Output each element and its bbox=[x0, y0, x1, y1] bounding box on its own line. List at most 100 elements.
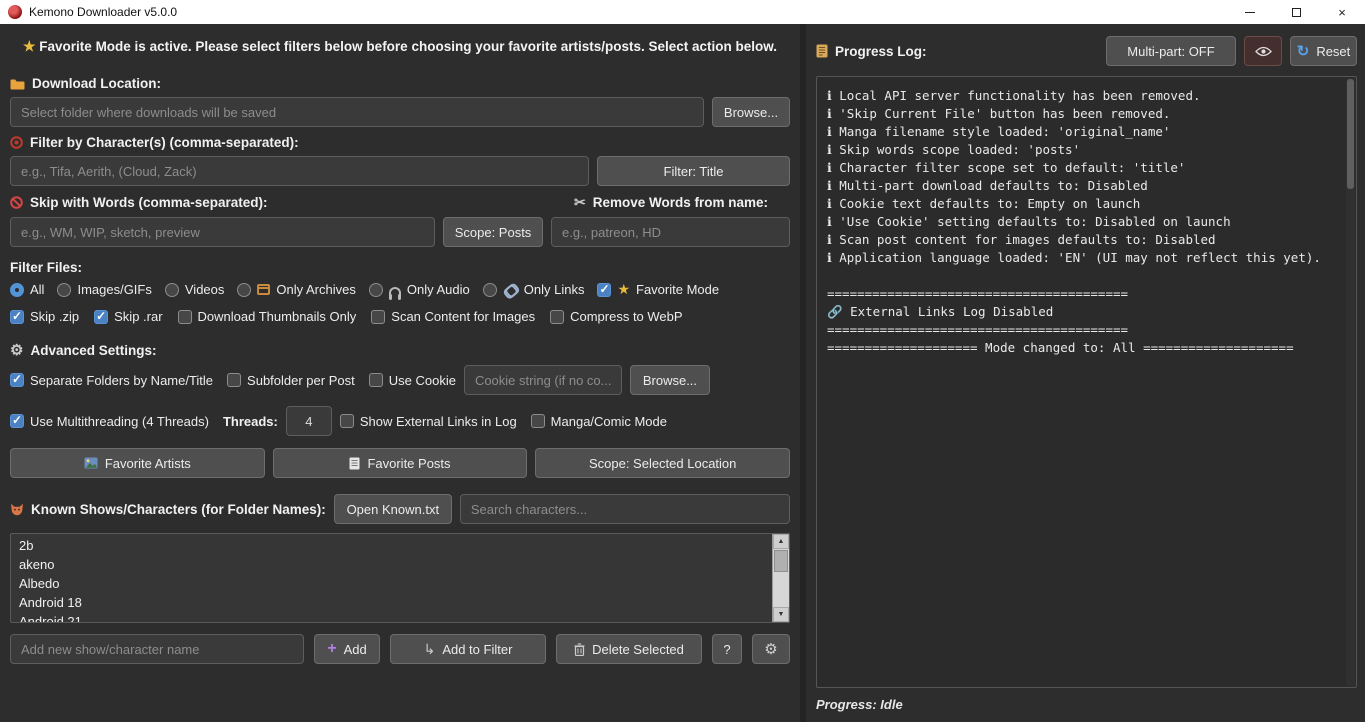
log-visibility-button[interactable] bbox=[1244, 36, 1282, 66]
checkbox-use-cookie[interactable]: Use Cookie bbox=[369, 373, 456, 388]
threads-input[interactable] bbox=[286, 406, 332, 436]
radio-all[interactable]: All bbox=[10, 282, 44, 297]
skip-words-input[interactable] bbox=[10, 217, 435, 247]
checkbox-indicator[interactable] bbox=[227, 373, 241, 387]
left-panel: ★ Favorite Mode is active. Please select… bbox=[0, 24, 800, 722]
list-scrollbar[interactable]: ▲ ▼ bbox=[772, 534, 789, 622]
option-label: Skip .zip bbox=[30, 309, 79, 324]
checkbox-indicator[interactable] bbox=[531, 414, 545, 428]
known-characters-header: Known Shows/Characters (for Folder Names… bbox=[10, 494, 790, 524]
scrollbar-up-button[interactable]: ▲ bbox=[773, 534, 789, 549]
radio-only-audio[interactable]: Only Audio bbox=[369, 282, 470, 297]
scrollbar-track[interactable] bbox=[773, 573, 789, 607]
list-item[interactable]: 2b bbox=[11, 536, 769, 555]
list-item[interactable]: Albedo bbox=[11, 574, 769, 593]
checkbox-use-multithreading[interactable]: Use Multithreading (4 Threads) bbox=[10, 414, 209, 429]
checkbox-indicator[interactable] bbox=[178, 310, 192, 324]
checkbox-manga-comic-mode[interactable]: Manga/Comic Mode bbox=[531, 414, 667, 429]
delete-selected-button[interactable]: Delete Selected bbox=[556, 634, 702, 664]
checkbox-indicator[interactable] bbox=[94, 310, 108, 324]
list-item[interactable]: Android 21 bbox=[11, 612, 769, 623]
log-scrollbar[interactable] bbox=[1346, 78, 1355, 686]
checkbox-skip-zip[interactable]: Skip .zip bbox=[10, 309, 79, 324]
option-label: Videos bbox=[185, 282, 225, 297]
list-item[interactable]: akeno bbox=[11, 555, 769, 574]
skip-scope-button[interactable]: Scope: Posts bbox=[443, 217, 543, 247]
radio-indicator[interactable] bbox=[57, 283, 71, 297]
cookie-string-input[interactable] bbox=[464, 365, 622, 395]
archive-icon bbox=[257, 284, 270, 295]
maximize-button[interactable] bbox=[1273, 0, 1319, 24]
option-label: Compress to WebP bbox=[570, 309, 682, 324]
radio-only-archives[interactable]: Only Archives bbox=[237, 282, 355, 297]
titlebar: Kemono Downloader v5.0.0 × bbox=[0, 0, 1365, 24]
radio-indicator[interactable] bbox=[483, 283, 497, 297]
radio-videos[interactable]: Videos bbox=[165, 282, 225, 297]
remove-words-label-text: Remove Words from name: bbox=[593, 195, 768, 210]
download-location-input[interactable] bbox=[10, 97, 704, 127]
multipart-toggle-button[interactable]: Multi-part: OFF bbox=[1106, 36, 1236, 66]
radio-indicator[interactable] bbox=[237, 283, 251, 297]
known-characters-list[interactable]: ▲ ▼ 2bakenoAlbedoAndroid 18Android 21 bbox=[10, 533, 790, 623]
checkbox-separate-folders-by-name-title[interactable]: Separate Folders by Name/Title bbox=[10, 373, 213, 388]
scrollbar-down-button[interactable]: ▼ bbox=[773, 607, 789, 622]
add-character-input[interactable] bbox=[10, 634, 304, 664]
download-location-label-text: Download Location: bbox=[32, 76, 161, 91]
log-scrollbar-thumb[interactable] bbox=[1347, 79, 1354, 189]
fox-icon bbox=[10, 503, 24, 516]
character-filter-label: Filter by Character(s) (comma-separated)… bbox=[10, 135, 790, 150]
help-button[interactable]: ? bbox=[712, 634, 742, 664]
checkbox-indicator[interactable] bbox=[597, 283, 611, 297]
scrollbar-thumb[interactable] bbox=[774, 550, 788, 572]
checkbox-indicator[interactable] bbox=[371, 310, 385, 324]
radio-indicator[interactable] bbox=[165, 283, 179, 297]
checkbox-indicator[interactable] bbox=[550, 310, 564, 324]
radio-only-links[interactable]: Only Links bbox=[483, 282, 585, 297]
radio-images-gifs[interactable]: Images/GIFs bbox=[57, 282, 151, 297]
checkbox-show-external-links-in-log[interactable]: Show External Links in Log bbox=[340, 414, 517, 429]
close-button[interactable]: × bbox=[1319, 0, 1365, 24]
log-line: ======================================== bbox=[827, 321, 1340, 339]
list-item[interactable]: Android 18 bbox=[11, 593, 769, 612]
favorite-posts-button[interactable]: Favorite Posts bbox=[273, 448, 528, 478]
log-line: ℹ Scan post content for images defaults … bbox=[827, 231, 1340, 249]
character-filter-input[interactable] bbox=[10, 156, 589, 186]
checkbox-indicator[interactable] bbox=[369, 373, 383, 387]
radio-indicator[interactable] bbox=[369, 283, 383, 297]
log-line: ℹ Manga filename style loaded: 'original… bbox=[827, 123, 1340, 141]
gear-icon: ⚙ bbox=[10, 341, 23, 359]
checkbox-indicator[interactable] bbox=[10, 310, 24, 324]
reset-button[interactable]: ↻ Reset bbox=[1290, 36, 1357, 66]
favorite-artists-label: Favorite Artists bbox=[105, 456, 191, 471]
progress-status: Progress: Idle bbox=[816, 697, 1357, 712]
checkbox-skip-rar[interactable]: Skip .rar bbox=[94, 309, 162, 324]
checkbox-download-thumbnails-only[interactable]: Download Thumbnails Only bbox=[178, 309, 357, 324]
add-to-filter-button[interactable]: ↳ Add to Filter bbox=[390, 634, 546, 664]
remove-words-label: ✂ Remove Words from name: bbox=[552, 194, 790, 211]
radio-indicator[interactable] bbox=[10, 283, 24, 297]
open-known-txt-button[interactable]: Open Known.txt bbox=[334, 494, 452, 524]
search-characters-input[interactable] bbox=[460, 494, 790, 524]
progress-log-output[interactable]: ℹ Local API server functionality has bee… bbox=[816, 76, 1357, 688]
minimize-button[interactable] bbox=[1227, 0, 1273, 24]
checkbox-indicator[interactable] bbox=[10, 373, 24, 387]
option-label: Separate Folders by Name/Title bbox=[30, 373, 213, 388]
checkbox-indicator[interactable] bbox=[10, 414, 24, 428]
browse-cookie-button[interactable]: Browse... bbox=[630, 365, 710, 395]
checkbox-indicator[interactable] bbox=[340, 414, 354, 428]
settings-button[interactable]: ⚙ bbox=[752, 634, 790, 664]
browse-download-location-button[interactable]: Browse... bbox=[712, 97, 790, 127]
log-line: ℹ 'Skip Current File' button has been re… bbox=[827, 105, 1340, 123]
filter-files-label: Filter Files: bbox=[10, 260, 790, 275]
download-location-label: Download Location: bbox=[10, 76, 790, 91]
add-character-button[interactable]: + Add bbox=[314, 634, 380, 664]
checkbox-subfolder-per-post[interactable]: Subfolder per Post bbox=[227, 373, 355, 388]
checkbox-compress-to-webp[interactable]: Compress to WebP bbox=[550, 309, 682, 324]
open-known-label: Open Known.txt bbox=[347, 502, 440, 517]
scope-selected-location-button[interactable]: Scope: Selected Location bbox=[535, 448, 790, 478]
favorite-artists-button[interactable]: Favorite Artists bbox=[10, 448, 265, 478]
checkbox-favorite-mode[interactable]: ★ Favorite Mode bbox=[597, 281, 719, 298]
character-filter-scope-button[interactable]: Filter: Title bbox=[597, 156, 790, 186]
checkbox-scan-content-for-images[interactable]: Scan Content for Images bbox=[371, 309, 535, 324]
remove-words-input[interactable] bbox=[551, 217, 790, 247]
